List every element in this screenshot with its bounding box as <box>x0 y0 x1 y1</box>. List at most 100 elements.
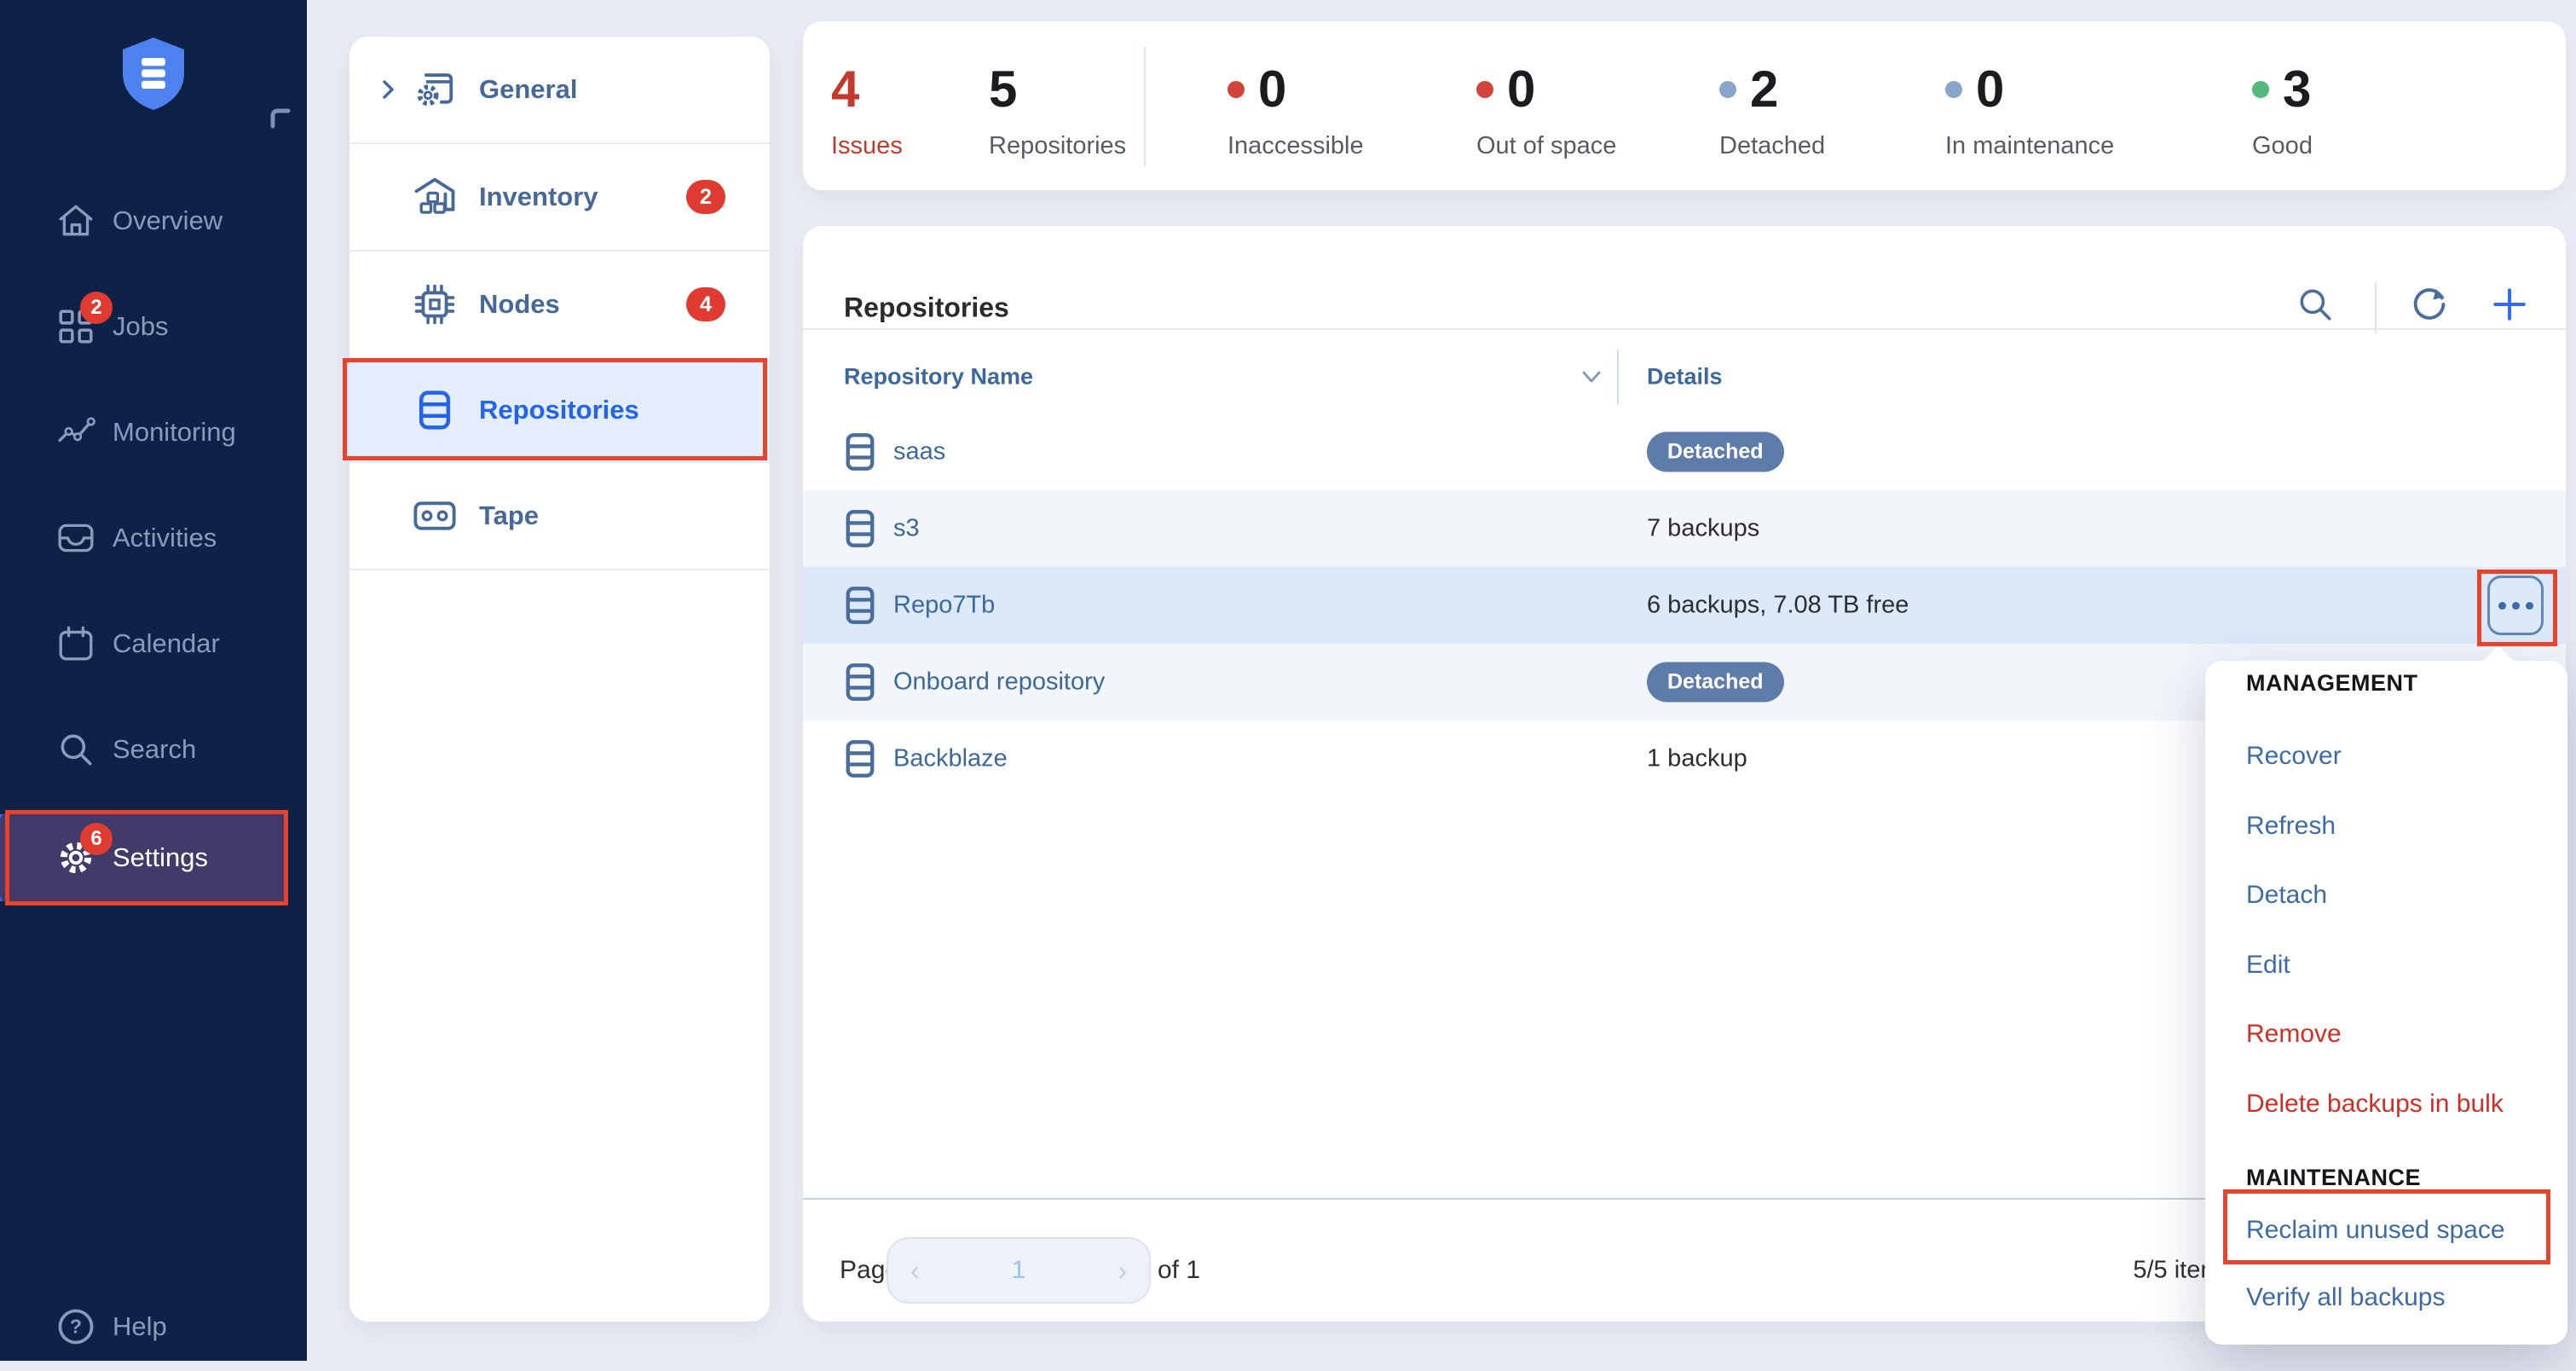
menu-item-recover[interactable]: Recover <box>2246 738 2342 775</box>
stat-value: 0 <box>1976 62 2004 117</box>
status-dot <box>2252 81 2269 98</box>
repository-name[interactable]: s3 <box>893 515 920 543</box>
repository-details: 6 backups, 7.08 TB free <box>1647 592 1909 620</box>
status-dot <box>1476 81 1493 98</box>
column-header-details[interactable]: Details <box>1647 364 1723 390</box>
menu-item-detach[interactable]: Detach <box>2246 876 2327 914</box>
inventory-warehouse-icon <box>413 175 457 219</box>
repository-icon <box>844 432 876 471</box>
chevron-right-icon[interactable] <box>375 77 401 102</box>
sidebar-item-settings[interactable]: 6 Settings <box>0 813 286 903</box>
repository-name[interactable]: Onboard repository <box>893 668 1105 697</box>
next-page-chevron-icon[interactable]: › <box>1118 1257 1127 1284</box>
activities-inbox-icon <box>55 517 97 559</box>
previous-page-chevron-icon[interactable]: ‹ <box>910 1257 920 1284</box>
subnav-item-label: Repositories <box>479 395 639 425</box>
detached-status-badge: Detached <box>1647 662 1784 703</box>
menu-item-refresh[interactable]: Refresh <box>2246 807 2336 845</box>
toolbar-divider <box>2375 282 2377 333</box>
menu-item-verify-all-backups[interactable]: Verify all backups <box>2246 1279 2445 1316</box>
repository-icon <box>844 509 876 548</box>
subnav-item-nodes[interactable]: Nodes 4 <box>349 252 770 357</box>
panel-header-divider <box>803 328 2566 330</box>
repository-icon <box>844 739 876 778</box>
sidebar-item-search[interactable]: Search <box>0 705 307 794</box>
menu-section-maintenance: MAINTENANCE <box>2246 1159 2421 1196</box>
stat-good: 3 Good <box>2252 62 2313 160</box>
stat-in-maintenance: 0 In maintenance <box>1945 62 2114 160</box>
stat-label: Issues <box>831 132 903 160</box>
table-row-saas[interactable]: saas Detached <box>803 414 2566 490</box>
column-divider[interactable] <box>1617 350 1619 404</box>
stat-out-of-space: 0 Out of space <box>1476 62 1616 160</box>
sidebar-item-label: Overview <box>113 205 222 236</box>
sidebar-collapse-handle-icon[interactable] <box>269 107 292 130</box>
menu-item-reclaim-unused-space[interactable]: Reclaim unused space <box>2246 1212 2505 1249</box>
subnav-item-label: Inventory <box>479 182 598 212</box>
primary-sidebar: Overview 2 Jobs Monitoring Activities Ca… <box>0 0 307 1361</box>
subnav-item-tape[interactable]: Tape <box>349 463 770 570</box>
row-actions-ellipsis-button[interactable] <box>2487 576 2544 635</box>
repository-name[interactable]: saas <box>893 438 945 466</box>
table-row-s3[interactable]: s3 7 backups <box>803 490 2566 567</box>
status-dot <box>1719 81 1736 98</box>
repository-details: 1 backup <box>1647 745 1747 773</box>
table-search-button[interactable] <box>2291 281 2339 328</box>
sidebar-item-label: Monitoring <box>113 417 236 448</box>
current-page-number[interactable]: 1 <box>1012 1256 1026 1285</box>
table-refresh-button[interactable] <box>2406 281 2453 328</box>
home-icon <box>55 200 97 242</box>
sidebar-item-label: Activities <box>113 523 217 553</box>
inventory-badge: 2 <box>686 180 725 214</box>
repository-icon <box>844 662 876 702</box>
stat-value: 4 <box>831 62 859 117</box>
monitoring-chart-icon <box>55 411 97 454</box>
stat-inaccessible: 0 Inaccessible <box>1227 62 1364 160</box>
stat-value: 2 <box>1750 62 1778 117</box>
app-logo[interactable] <box>0 32 307 114</box>
stat-label: In maintenance <box>1945 132 2114 160</box>
sidebar-item-calendar[interactable]: Calendar <box>0 599 307 688</box>
sidebar-item-jobs[interactable]: 2 Jobs <box>0 282 307 371</box>
nodes-badge: 4 <box>686 287 725 321</box>
subnav-item-label: Nodes <box>479 289 560 320</box>
sidebar-item-label: Help <box>113 1311 167 1342</box>
app-root: { "sidebar": { "items": [ {"label": "Ove… <box>0 0 2576 1361</box>
subnav-item-general[interactable]: General <box>349 37 770 144</box>
stat-repositories-total: 5 Repositories <box>989 62 1126 160</box>
repository-icon <box>844 586 876 625</box>
menu-item-remove[interactable]: Remove <box>2246 1015 2342 1053</box>
repository-name[interactable]: Repo7Tb <box>893 592 995 620</box>
search-icon <box>55 728 97 771</box>
stat-detached: 2 Detached <box>1719 62 1825 160</box>
sort-chevron-down-icon[interactable] <box>1577 367 1606 387</box>
table-row-repo7tb[interactable]: Repo7Tb 6 backups, 7.08 TB free <box>803 567 2566 644</box>
refresh-icon <box>2409 284 2450 325</box>
subnav-item-repositories[interactable]: Repositories <box>349 357 770 463</box>
stat-label: Detached <box>1719 132 1825 160</box>
general-window-gear-icon <box>413 67 457 112</box>
menu-item-delete-backups-in-bulk[interactable]: Delete backups in bulk <box>2246 1085 2504 1123</box>
sidebar-item-overview[interactable]: Overview <box>0 176 307 265</box>
stat-value: 0 <box>1258 62 1286 117</box>
tape-cassette-icon <box>413 494 457 538</box>
sidebar-item-label: Search <box>113 734 196 765</box>
stat-label: Inaccessible <box>1227 132 1364 160</box>
stat-label: Good <box>2252 132 2313 160</box>
pagination-control: ‹ 1 › <box>887 1237 1151 1304</box>
status-dot <box>1945 81 1962 98</box>
sidebar-item-monitoring[interactable]: Monitoring <box>0 388 307 477</box>
menu-item-edit[interactable]: Edit <box>2246 946 2290 984</box>
panel-title: Repositories <box>844 292 1009 324</box>
sidebar-item-help[interactable]: ? Help <box>0 1282 307 1371</box>
add-repository-button[interactable] <box>2486 281 2533 328</box>
repository-name[interactable]: Backblaze <box>893 745 1008 773</box>
column-header-name[interactable]: Repository Name <box>844 364 1033 390</box>
repository-actions-menu: MANAGEMENT Recover Refresh Detach Edit R… <box>2205 661 2567 1345</box>
status-dot <box>1227 81 1245 98</box>
sidebar-item-activities[interactable]: Activities <box>0 494 307 582</box>
detached-status-badge: Detached <box>1647 432 1784 472</box>
calendar-icon <box>55 622 97 665</box>
stat-value: 5 <box>989 62 1017 117</box>
subnav-item-inventory[interactable]: Inventory 2 <box>349 144 770 252</box>
